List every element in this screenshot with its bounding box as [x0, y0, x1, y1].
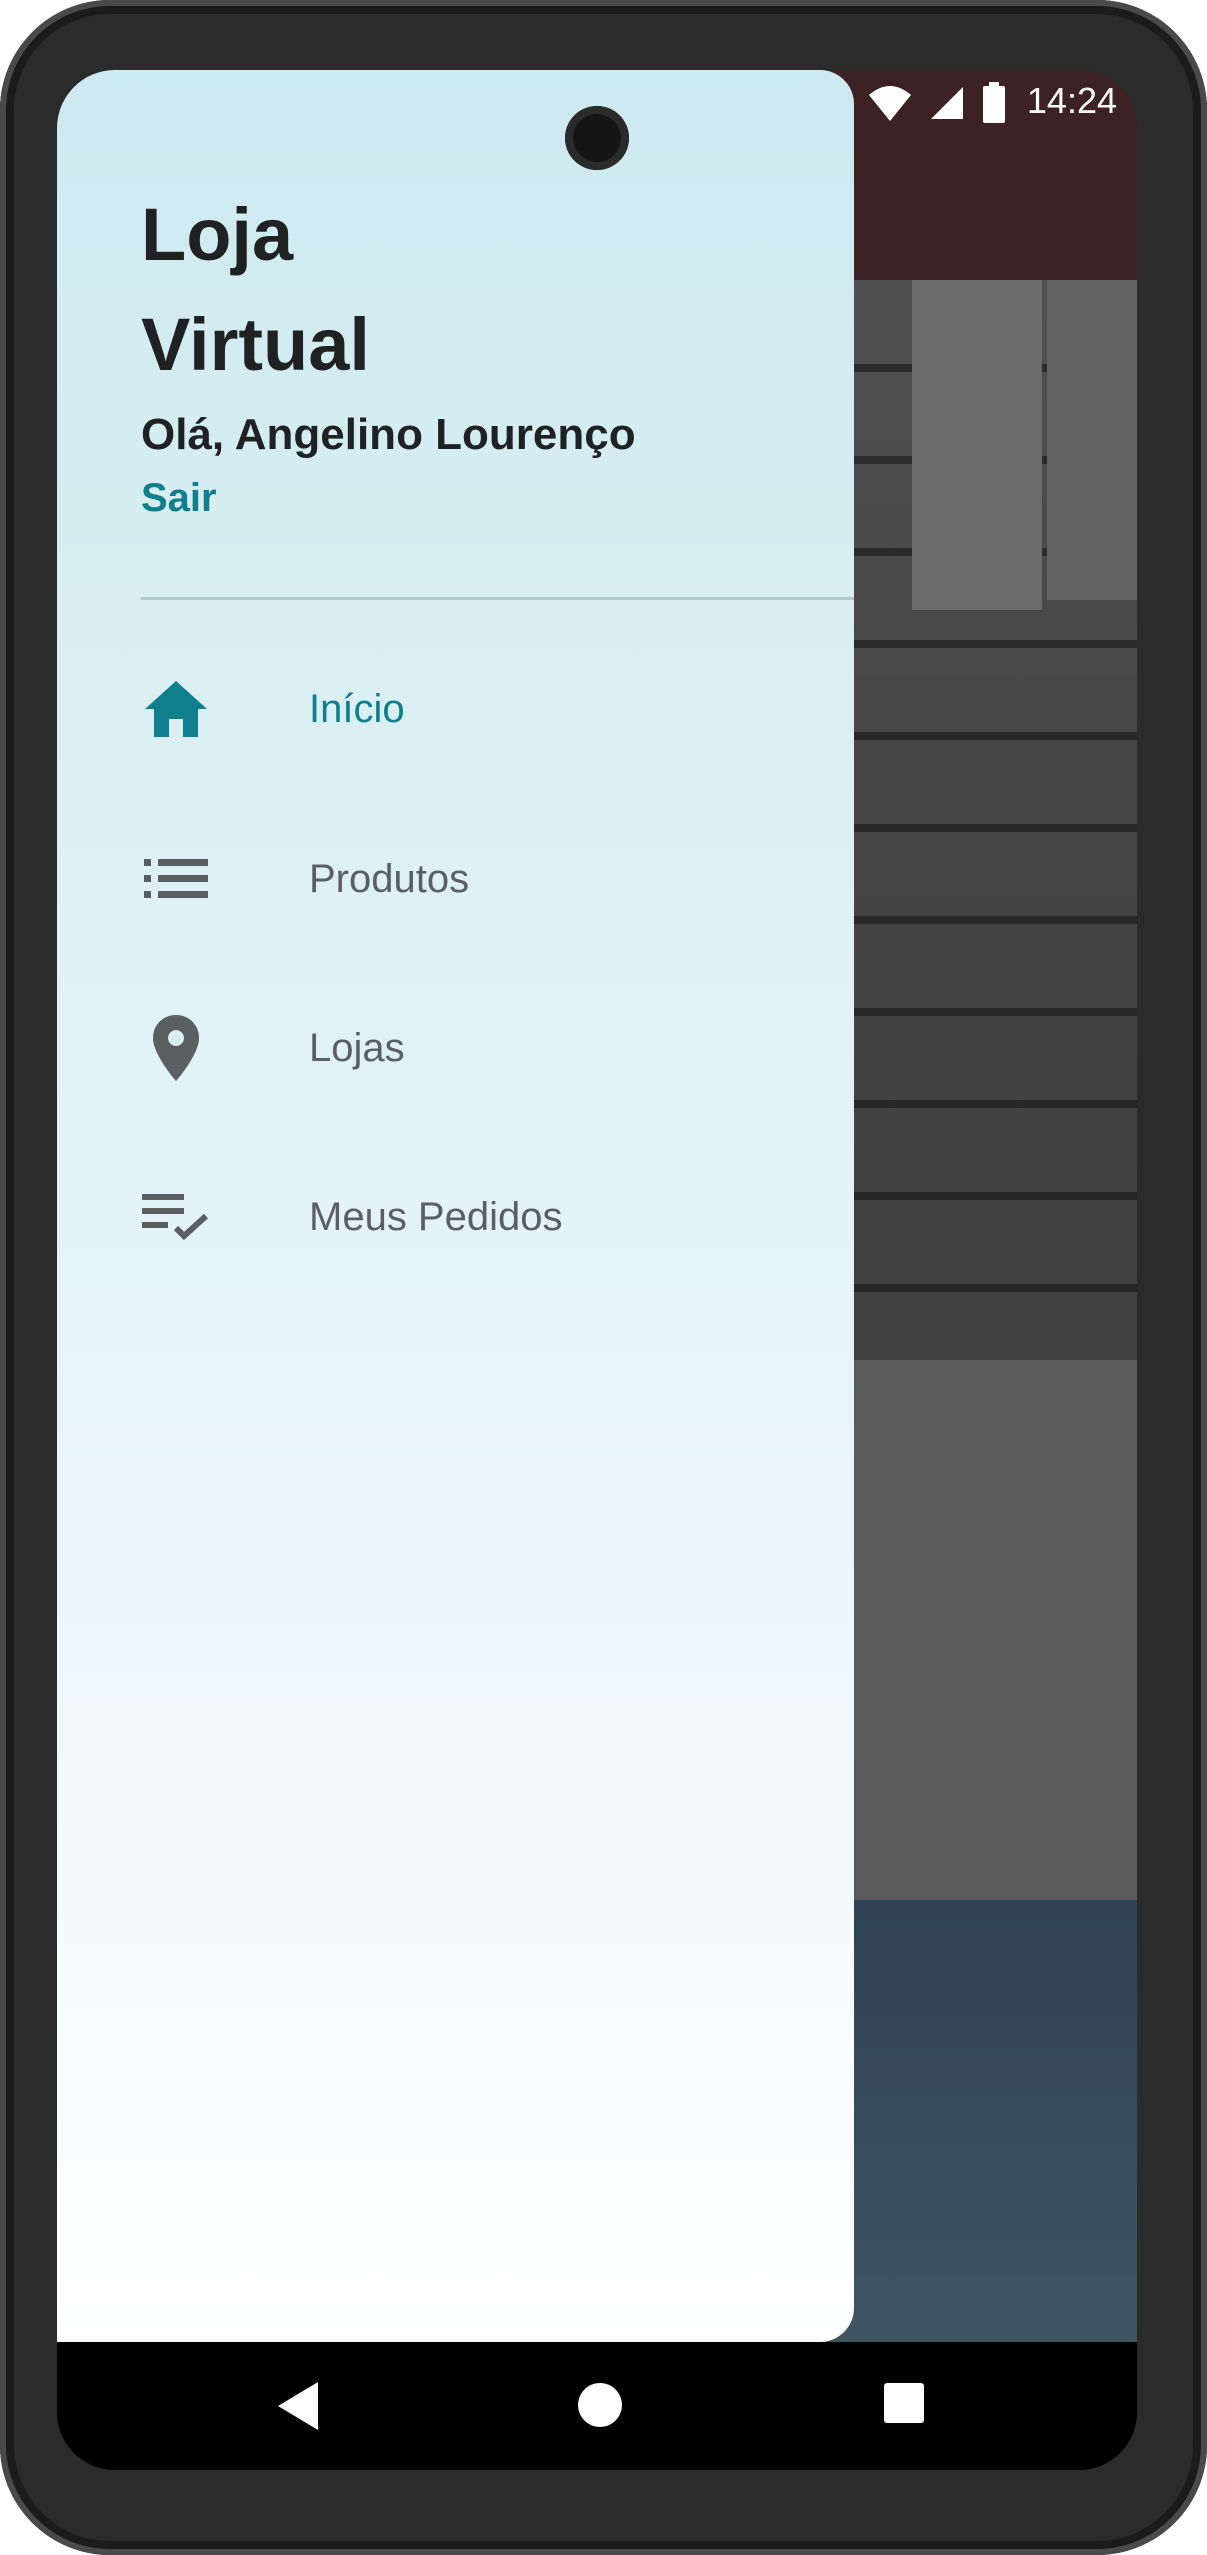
status-time: 14:24 — [1026, 80, 1117, 121]
user-greeting: Olá, Angelino Lourenço — [141, 410, 636, 459]
menu-item-lojas[interactable]: Lojas — [141, 983, 854, 1113]
wifi-icon — [867, 83, 913, 128]
back-icon[interactable] — [272, 2380, 322, 2437]
menu-item-inicio[interactable]: Início — [141, 644, 854, 774]
menu-item-label: Lojas — [309, 1025, 405, 1070]
menu-item-label: Produtos — [309, 856, 470, 901]
location-pin-icon — [141, 1013, 211, 1083]
drawer-title: Loja Virtual — [141, 180, 641, 400]
recent-apps-icon[interactable] — [881, 2380, 927, 2431]
signal-icon — [927, 83, 967, 128]
home-icon — [141, 674, 211, 744]
screen: 14:24 Loja Virtual Olá, Angelino Lourenç… — [57, 70, 1137, 2470]
drawer-title-line2: Virtual — [141, 303, 370, 386]
menu-item-label: Início — [309, 686, 405, 731]
home-circle-icon[interactable] — [575, 2380, 625, 2435]
front-camera — [565, 106, 629, 170]
drawer-title-line1: Loja — [141, 193, 294, 276]
list-icon — [141, 844, 211, 914]
menu-item-label: Meus Pedidos — [309, 1194, 563, 1239]
status-right-icons — [867, 82, 1007, 129]
playlist-check-icon — [141, 1182, 211, 1252]
menu-item-produtos[interactable]: Produtos — [141, 814, 854, 944]
battery-icon — [981, 82, 1007, 129]
menu-item-meus-pedidos[interactable]: Meus Pedidos — [141, 1152, 854, 1282]
drawer-divider — [141, 597, 854, 600]
navigation-drawer: Loja Virtual Olá, Angelino Lourenço Sair… — [57, 70, 854, 2342]
system-nav-bar — [57, 2342, 1137, 2470]
phone-frame: 14:24 Loja Virtual Olá, Angelino Lourenç… — [0, 0, 1207, 2555]
logout-link[interactable]: Sair — [141, 476, 217, 521]
